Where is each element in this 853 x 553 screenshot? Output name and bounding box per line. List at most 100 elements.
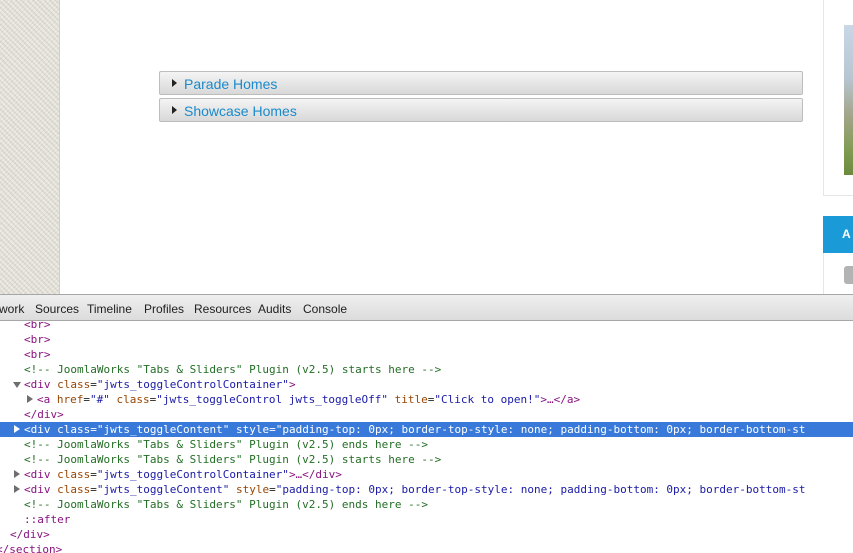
dom-node[interactable]: <!-- JoomlaWorks "Tabs & Sliders" Plugin… xyxy=(0,437,853,452)
attr-name: class xyxy=(57,483,91,496)
tab-sources[interactable]: Sources xyxy=(35,302,79,316)
equals: = xyxy=(269,423,276,436)
dom-node-text: </section> xyxy=(0,542,62,553)
dom-node[interactable]: </div> xyxy=(0,527,853,542)
tag-name: <div xyxy=(24,468,51,481)
dom-node[interactable]: </section> xyxy=(0,542,853,553)
dom-node[interactable]: <div class="jwts_toggleContent" style="p… xyxy=(0,482,853,497)
attr-name: title xyxy=(394,393,428,406)
tag-close: > xyxy=(288,378,296,391)
html-comment: <!-- JoomlaWorks "Tabs & Sliders" Plugin… xyxy=(24,453,442,466)
tag-name: <br> xyxy=(24,333,51,346)
equals: = xyxy=(90,483,97,496)
tag-name: </section> xyxy=(0,543,63,553)
dom-node[interactable]: <a href="#" class="jwts_toggleControl jw… xyxy=(0,392,853,407)
background-texture xyxy=(0,0,60,294)
dom-node-selected[interactable]: <div class="jwts_toggleContent" style="p… xyxy=(0,422,853,437)
disclosure-triangle-down-icon[interactable] xyxy=(13,382,21,388)
dom-node-text: <br> xyxy=(24,347,51,362)
tab-profiles[interactable]: Profiles xyxy=(144,302,184,316)
accordion-item-parade-homes[interactable]: Parade Homes xyxy=(159,71,803,95)
dom-node[interactable]: <br> xyxy=(0,347,853,362)
dom-node[interactable]: <!-- JoomlaWorks "Tabs & Sliders" Plugin… xyxy=(0,362,853,377)
sidebar-divider xyxy=(823,253,824,294)
accordion-item-label[interactable]: Showcase Homes xyxy=(184,103,297,119)
attr-value: "padding-top: 0px; border-top-style: non… xyxy=(275,483,806,496)
sidebar-banner[interactable]: A xyxy=(823,216,853,253)
html-comment: <!-- JoomlaWorks "Tabs & Sliders" Plugin… xyxy=(24,363,442,376)
dom-node-text: <!-- JoomlaWorks "Tabs & Sliders" Plugin… xyxy=(24,452,441,467)
dom-node[interactable]: <!-- JoomlaWorks "Tabs & Sliders" Plugin… xyxy=(0,452,853,467)
tag-name: <div xyxy=(24,423,51,436)
sidebar-button[interactable] xyxy=(844,266,853,284)
dom-node-text: <a href="#" class="jwts_toggleControl jw… xyxy=(37,392,580,407)
dom-node-text: <!-- JoomlaWorks "Tabs & Sliders" Plugin… xyxy=(24,497,428,512)
sidebar-banner-text: A xyxy=(842,227,851,241)
dom-node-text: <div class="jwts_toggleContent" style="p… xyxy=(24,422,806,437)
disclosure-triangle-right-icon[interactable] xyxy=(14,470,20,478)
tab-audits[interactable]: Audits xyxy=(258,302,291,316)
triangle-right-icon xyxy=(172,79,177,87)
tab-resources[interactable]: Resources xyxy=(194,302,251,316)
dom-node-text: </div> xyxy=(10,527,50,542)
attr-value: "jwts_toggleContent" xyxy=(96,483,230,496)
tag-close: >…</a> xyxy=(540,393,581,406)
attr-name: class xyxy=(57,378,91,391)
tab-network[interactable]: work xyxy=(0,302,24,316)
attr-name: class xyxy=(57,468,91,481)
accordion-item-showcase-homes[interactable]: Showcase Homes xyxy=(159,98,803,122)
dom-node-text: </div> xyxy=(24,407,64,422)
dom-node-text: ::after xyxy=(24,512,70,527)
attr-name: style xyxy=(235,483,270,496)
disclosure-triangle-right-icon[interactable] xyxy=(14,425,20,433)
dom-node[interactable]: <!-- JoomlaWorks "Tabs & Sliders" Plugin… xyxy=(0,497,853,512)
attr-value: "#" xyxy=(90,393,110,406)
elements-dom-tree[interactable]: <br> <br> <br> <!-- JoomlaWorks "Tabs & Sli… xyxy=(0,321,853,553)
tag-name: <div xyxy=(24,483,51,496)
tab-timeline[interactable]: Timeline xyxy=(87,302,132,316)
html-comment: <!-- JoomlaWorks "Tabs & Sliders" Plugin… xyxy=(24,498,428,511)
attr-value: "Click to open!" xyxy=(434,393,541,406)
dom-node-text: <br> xyxy=(24,321,51,332)
house-photo xyxy=(844,25,853,175)
tab-console[interactable]: Console xyxy=(303,302,347,316)
accordion: Parade Homes Showcase Homes xyxy=(159,71,803,125)
dom-node[interactable]: <div class="jwts_toggleControlContainer"… xyxy=(0,467,853,482)
html-comment: <!-- JoomlaWorks "Tabs & Sliders" Plugin… xyxy=(24,438,428,451)
tag-close: >…</div> xyxy=(288,468,342,481)
accordion-item-label[interactable]: Parade Homes xyxy=(184,76,277,92)
dom-node[interactable]: </div> xyxy=(0,407,853,422)
dom-node[interactable]: <div class="jwts_toggleControlContainer"… xyxy=(0,377,853,392)
attr-value: "jwts_toggleControl jwts_toggleOff" xyxy=(156,393,389,406)
disclosure-triangle-right-icon[interactable] xyxy=(14,485,20,493)
dom-node-text: <div class="jwts_toggleControlContainer"… xyxy=(24,467,342,482)
dom-node[interactable]: <br> xyxy=(0,332,853,347)
dom-node[interactable]: <br> xyxy=(0,321,853,332)
devtools-toolbar: work Sources Timeline Profiles Resources… xyxy=(0,294,853,321)
dom-node-text: <!-- JoomlaWorks "Tabs & Sliders" Plugin… xyxy=(24,437,428,452)
tag-name: <br> xyxy=(24,348,51,361)
dom-node-text: <div class="jwts_toggleContent" style="p… xyxy=(24,482,806,497)
equals: = xyxy=(269,483,276,496)
attr-name: style xyxy=(235,423,270,436)
tag-name: <br> xyxy=(24,321,51,331)
disclosure-triangle-right-icon[interactable] xyxy=(27,395,33,403)
attr-value: "jwts_toggleContent" xyxy=(96,423,230,436)
dom-node-text: <div class="jwts_toggleControlContainer"… xyxy=(24,377,296,392)
dom-node[interactable]: ::after xyxy=(0,512,853,527)
tag-name: </div> xyxy=(10,528,50,541)
equals: = xyxy=(90,423,97,436)
equals: = xyxy=(83,393,90,406)
attr-value: "jwts_toggleControlContainer" xyxy=(96,378,289,391)
web-page: Parade Homes Showcase Homes A xyxy=(0,0,853,294)
devtools-panel: work Sources Timeline Profiles Resources… xyxy=(0,294,853,553)
tag-name: <a xyxy=(37,393,51,406)
attr-value: "padding-top: 0px; border-top-style: non… xyxy=(275,423,806,436)
attr-name: class xyxy=(116,393,150,406)
attr-name: class xyxy=(57,423,91,436)
dom-node-text: <br> xyxy=(24,332,51,347)
